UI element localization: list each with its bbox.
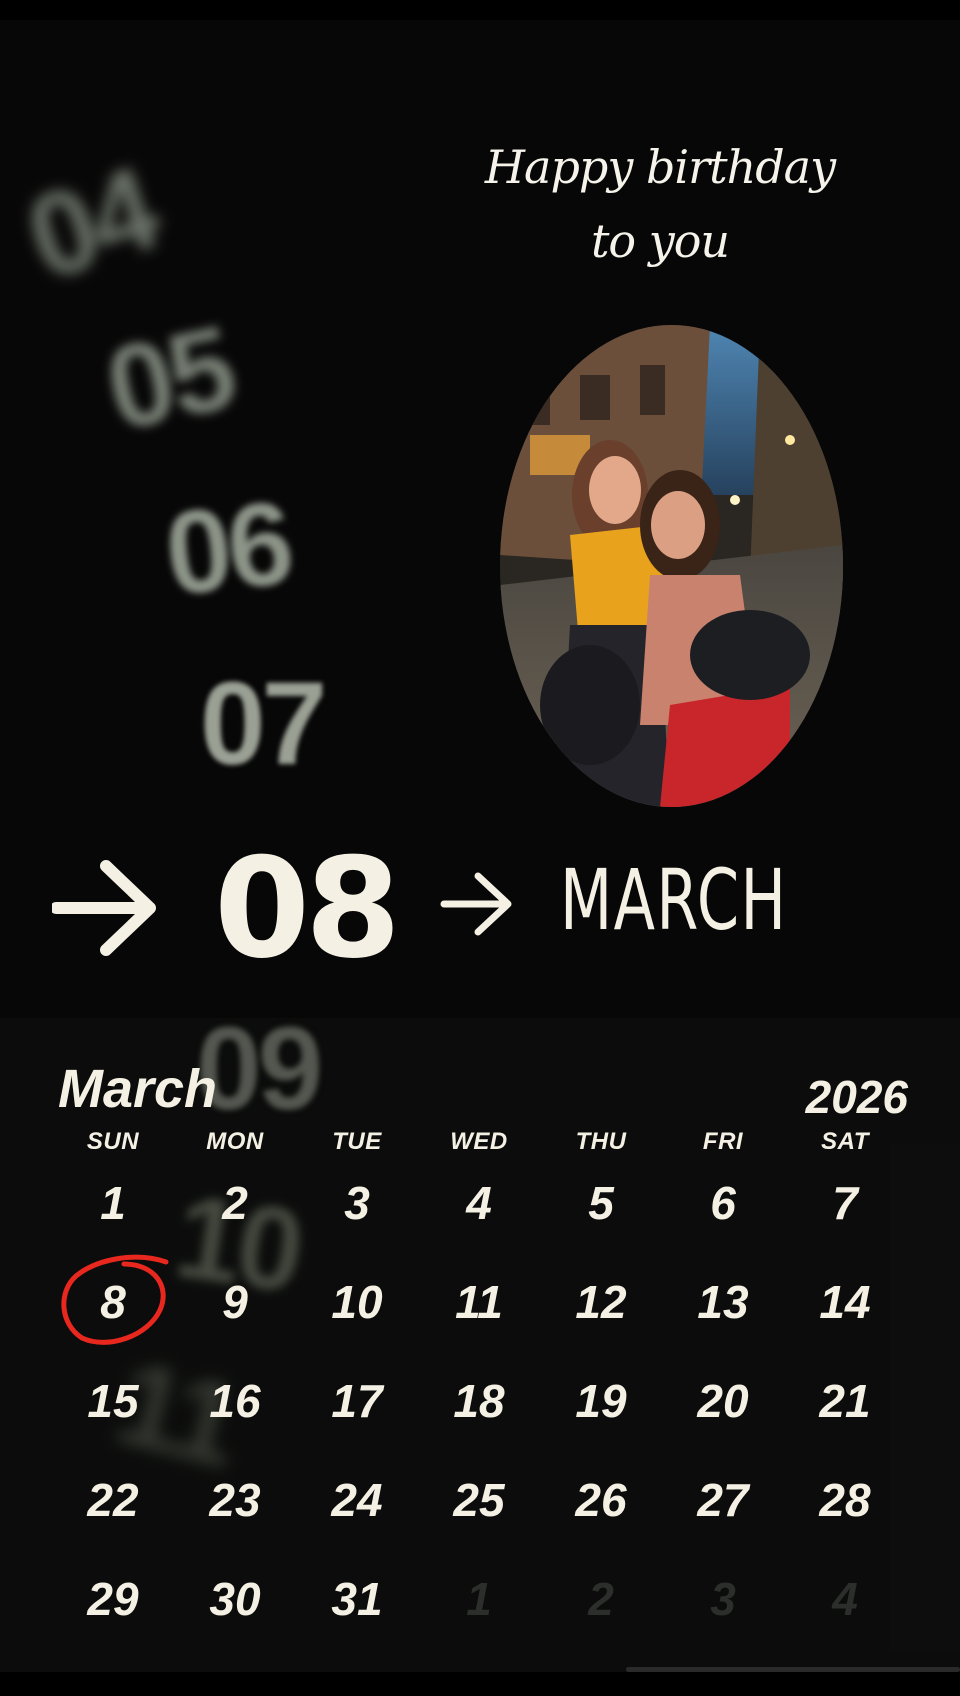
greeting-line-2: to you [590,214,730,268]
calendar-day[interactable]: 4 [784,1569,906,1629]
calendar-day[interactable]: 3 [662,1569,784,1629]
calendar-day[interactable]: 16 [174,1371,296,1431]
calendar-day[interactable]: 5 [540,1173,662,1233]
wheel-number: 05 [95,301,244,457]
top-bar [0,0,960,20]
calendar-day[interactable]: 7 [784,1173,906,1233]
calendar-day[interactable]: 26 [540,1470,662,1530]
weekday-label: SAT [821,1128,869,1155]
birthday-greeting: Happy birthday to you [470,130,850,278]
calendar-day[interactable]: 10 [296,1272,418,1332]
calendar-day[interactable]: 17 [296,1371,418,1431]
calendar-day[interactable]: 25 [418,1470,540,1530]
calendar-day[interactable]: 21 [784,1371,906,1431]
calendar-day[interactable]: 13 [662,1272,784,1332]
wheel-number: 04 [12,142,171,306]
calendar-day[interactable]: 30 [174,1569,296,1629]
calendar-day[interactable]: 1 [52,1173,174,1233]
calendar-day[interactable]: 31 [296,1569,418,1629]
calendar-day[interactable]: 19 [540,1371,662,1431]
calendar-day[interactable]: 29 [52,1569,174,1629]
weekday-label: FRI [702,1128,744,1155]
calendar-day[interactable]: 15 [52,1371,174,1431]
weekday-label: TUE [332,1128,382,1155]
calendar-day[interactable]: 2 [174,1173,296,1233]
weekday-header: SUN MON TUE WED THU FRI SAT [52,1128,912,1158]
calendar-day[interactable]: 24 [296,1470,418,1530]
calendar-day[interactable]: 4 [418,1173,540,1233]
arrow-right-icon [440,872,512,936]
wheel-number [0,40,29,158]
weekday-label: WED [450,1128,508,1155]
calendar-day[interactable]: 18 [418,1371,540,1431]
calendar-day[interactable]: 12 [540,1272,662,1332]
calendar-day[interactable]: 9 [174,1272,296,1332]
calendar-day[interactable]: 2 [540,1569,662,1629]
selected-day-number: 08 [214,828,401,989]
selected-month-name: MARCH [560,851,788,949]
calendar-month-title: March [58,1059,218,1119]
calendar-day[interactable]: 27 [662,1470,784,1530]
calendar-day[interactable]: 22 [52,1470,174,1530]
wheel-number: 07 [200,658,327,790]
friends-hug-photo [500,325,843,807]
calendar-day[interactable]: 23 [174,1470,296,1530]
arrow-right-icon [52,860,156,956]
weekday-label: SUN [86,1128,140,1155]
calendar-day[interactable]: 20 [662,1371,784,1431]
wheel-number: 06 [159,476,296,622]
calendar-year: 2026 [805,1071,908,1123]
highlight-circle [61,1254,169,1345]
calendar-day[interactable]: 6 [662,1173,784,1233]
greeting-line-1: Happy birthday [484,140,836,194]
bottom-bar [0,1672,960,1696]
calendar-day[interactable]: 3 [296,1173,418,1233]
calendar-day[interactable]: 14 [784,1272,906,1332]
weekday-label: THU [575,1128,627,1155]
calendar-day[interactable]: 28 [784,1470,906,1530]
calendar-day[interactable]: 11 [418,1272,540,1332]
calendar-day[interactable]: 1 [418,1569,540,1629]
weekday-label: MON [206,1128,264,1155]
